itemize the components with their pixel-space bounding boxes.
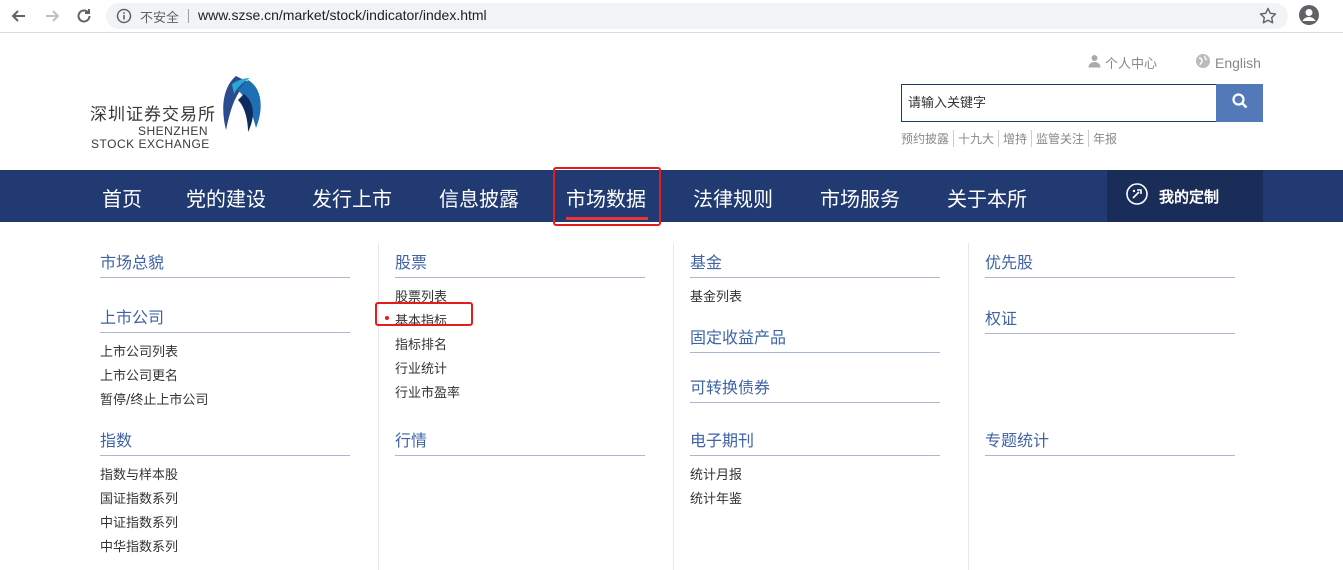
info-icon[interactable] (116, 8, 132, 28)
szse-emblem-icon (218, 72, 268, 140)
menu-item[interactable]: 上市公司更名 (100, 365, 178, 384)
menu-section-convertible-bonds[interactable]: 可转换债券 (690, 374, 770, 398)
globe-icon (1195, 53, 1211, 73)
nav-item-listing[interactable]: 发行上市 (312, 183, 392, 212)
menu-section-warrants[interactable]: 权证 (985, 305, 1017, 329)
menu-section-listed-companies[interactable]: 上市公司 (100, 304, 164, 328)
nav-item-rules[interactable]: 法律规则 (693, 183, 773, 212)
back-arrow-icon[interactable] (8, 5, 30, 27)
menu-item[interactable]: 统计年鉴 (690, 488, 742, 507)
logo-en-line2: STOCK EXCHANGE (91, 137, 210, 151)
profile-avatar-icon[interactable] (1298, 4, 1320, 30)
forward-arrow-icon[interactable] (41, 5, 63, 27)
bookmark-star-icon[interactable] (1258, 6, 1278, 30)
user-icon (1088, 54, 1101, 72)
custom-settings-icon (1125, 182, 1149, 210)
section-underline (690, 402, 940, 403)
main-navigation: 首页 党的建设 发行上市 信息披露 市场数据 法律规则 市场服务 关于本所 我的… (0, 170, 1343, 222)
section-underline (395, 277, 645, 278)
menu-section-preferred-stock[interactable]: 优先股 (985, 249, 1033, 273)
menu-section-e-journal[interactable]: 电子期刊 (690, 427, 754, 451)
hot-keyword[interactable]: 年报 (1088, 130, 1121, 147)
menu-section-fixed-income[interactable]: 固定收益产品 (690, 324, 786, 348)
menu-item[interactable]: 指数与样本股 (100, 464, 178, 483)
section-underline (100, 455, 350, 456)
section-underline (690, 352, 940, 353)
logo-en-line1: SHENZHEN (138, 124, 209, 138)
section-underline (395, 455, 645, 456)
menu-section-quotes[interactable]: 行情 (395, 427, 427, 451)
search-icon (1231, 93, 1248, 113)
menu-item[interactable]: 基金列表 (690, 286, 742, 305)
menu-section-index[interactable]: 指数 (100, 427, 132, 451)
menu-section-funds[interactable]: 基金 (690, 249, 722, 273)
column-divider (378, 243, 379, 570)
menu-item[interactable]: 中证指数系列 (100, 512, 178, 531)
omnibox-divider (188, 9, 189, 23)
section-underline (985, 333, 1235, 334)
nav-item-party[interactable]: 党的建设 (186, 183, 266, 212)
hot-keyword[interactable]: 监管关注 (1031, 130, 1088, 147)
search-button[interactable] (1216, 84, 1263, 122)
address-bar[interactable]: 不安全 www.szse.cn/market/stock/indicator/i… (106, 3, 1288, 29)
url-text[interactable]: www.szse.cn/market/stock/indicator/index… (198, 7, 487, 23)
browser-toolbar: 不安全 www.szse.cn/market/stock/indicator/i… (0, 0, 1343, 33)
section-underline (985, 277, 1235, 278)
search-input[interactable] (901, 84, 1217, 122)
nav-item-services[interactable]: 市场服务 (820, 183, 900, 212)
szse-logo[interactable]: 深圳证券交易所 SHENZHEN STOCK EXCHANGE (88, 72, 278, 154)
nav-item-home[interactable]: 首页 (102, 183, 142, 212)
annotation-highlight-market-data (553, 167, 661, 226)
menu-item[interactable]: 统计月报 (690, 464, 742, 483)
nav-item-about[interactable]: 关于本所 (947, 183, 1027, 212)
hot-keywords: 预约披露 十九大 增持 监管关注 年报 (901, 130, 1121, 147)
column-divider (968, 243, 969, 570)
english-link[interactable]: English (1195, 53, 1261, 73)
menu-item[interactable]: 行业市盈率 (395, 382, 460, 401)
menu-section-stocks[interactable]: 股票 (395, 249, 427, 273)
nav-item-disclosure[interactable]: 信息披露 (439, 183, 519, 212)
hot-keyword[interactable]: 增持 (998, 130, 1031, 147)
english-label: English (1215, 55, 1261, 71)
menu-item[interactable]: 暂停/终止上市公司 (100, 389, 208, 408)
section-underline (100, 277, 350, 278)
menu-item[interactable]: 中华指数系列 (100, 536, 178, 555)
logo-cn-text: 深圳证券交易所 (90, 105, 216, 125)
section-underline (690, 455, 940, 456)
hot-keyword[interactable]: 预约披露 (901, 130, 953, 147)
menu-item[interactable]: 指标排名 (395, 334, 447, 353)
menu-section-market-overview[interactable]: 市场总貌 (100, 249, 164, 273)
my-custom-label: 我的定制 (1159, 187, 1220, 206)
reload-icon[interactable] (73, 5, 95, 27)
column-divider (673, 243, 674, 570)
annotation-highlight-basic-indicators (375, 302, 473, 326)
section-underline (690, 277, 940, 278)
section-underline (985, 455, 1235, 456)
menu-item[interactable]: 国证指数系列 (100, 488, 178, 507)
hot-keyword[interactable]: 十九大 (953, 130, 998, 147)
menu-section-special-statistics[interactable]: 专题统计 (985, 427, 1049, 451)
section-underline (100, 332, 350, 333)
menu-item[interactable]: 行业统计 (395, 358, 447, 377)
my-custom-button[interactable]: 我的定制 (1107, 170, 1263, 222)
menu-item[interactable]: 上市公司列表 (100, 341, 178, 360)
personal-center-label: 个人中心 (1105, 57, 1158, 72)
personal-center-link[interactable]: 个人中心 (1088, 53, 1157, 72)
insecure-label: 不安全 (140, 11, 180, 26)
